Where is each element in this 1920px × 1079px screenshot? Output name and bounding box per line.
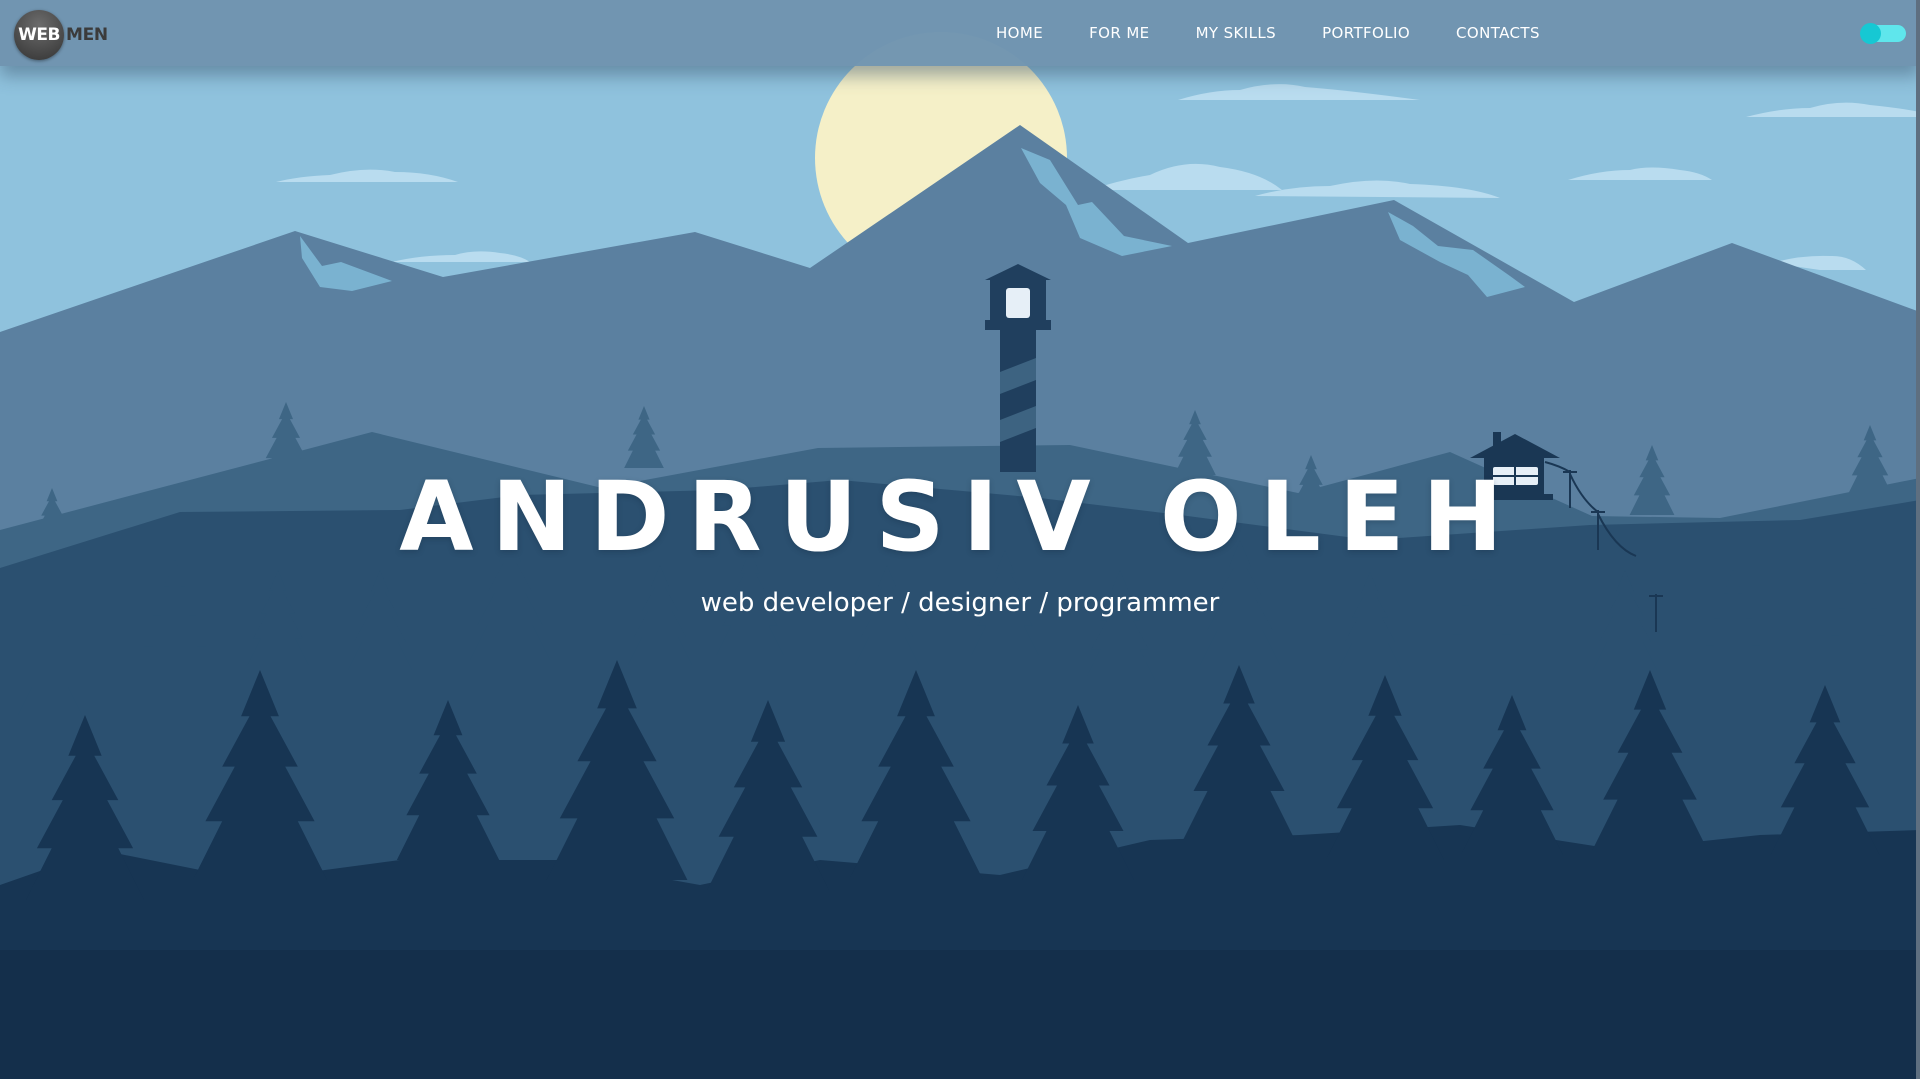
- logo-badge: WEB: [14, 10, 64, 60]
- page: WEB MEN HOME FOR ME MY SKILLS PORTFOLIO …: [0, 0, 1920, 1079]
- site-logo[interactable]: WEB MEN: [14, 10, 108, 60]
- main-nav: HOME FOR ME MY SKILLS PORTFOLIO CONTACTS: [996, 0, 1586, 66]
- nav-link-for-me[interactable]: FOR ME: [1089, 24, 1149, 42]
- toggle-knob: [1860, 23, 1881, 44]
- theme-toggle[interactable]: [1860, 23, 1906, 44]
- nav-link-home[interactable]: HOME: [996, 24, 1043, 42]
- nav-link-my-skills[interactable]: MY SKILLS: [1196, 24, 1277, 42]
- logo-text-web: WEB: [18, 25, 60, 45]
- logo-text-men: MEN: [66, 25, 108, 45]
- top-navbar: WEB MEN HOME FOR ME MY SKILLS PORTFOLIO …: [0, 0, 1920, 66]
- hero-subtitle: web developer / designer / programmer: [700, 588, 1220, 618]
- ground: [0, 950, 1920, 1079]
- nav-link-contacts[interactable]: CONTACTS: [1456, 24, 1540, 42]
- hero-title: ANDRUSIV OLEH: [399, 461, 1521, 573]
- nav-link-portfolio[interactable]: PORTFOLIO: [1322, 24, 1410, 42]
- scrollbar-edge: [1916, 0, 1920, 1079]
